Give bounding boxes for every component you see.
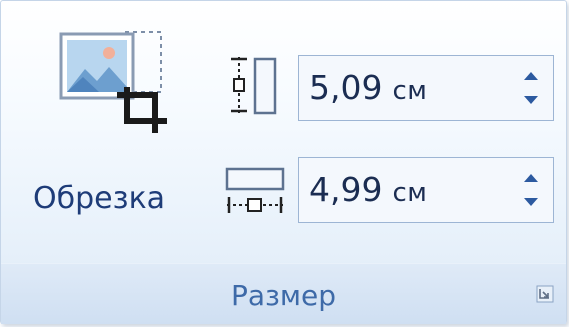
crop-label: Обрезка bbox=[33, 181, 166, 216]
dialog-launcher-icon[interactable] bbox=[536, 285, 554, 303]
width-increase-arrow-icon[interactable] bbox=[524, 174, 538, 182]
width-value-text[interactable]: 4,99 см bbox=[309, 170, 427, 209]
height-unit: см bbox=[392, 76, 428, 106]
size-group-panel: Обрезка 5,09 см 4,99 см Размер bbox=[0, 0, 567, 324]
width-spin-arrows[interactable] bbox=[511, 164, 551, 216]
height-value-text[interactable]: 5,09 см bbox=[309, 68, 427, 107]
crop-picture-icon bbox=[59, 31, 167, 133]
height-decrease-arrow-icon[interactable] bbox=[524, 96, 538, 104]
width-spinner[interactable]: 4,99 см bbox=[298, 157, 554, 223]
width-decrease-arrow-icon[interactable] bbox=[524, 198, 538, 206]
height-spinner[interactable]: 5,09 см bbox=[298, 55, 554, 121]
shape-width-icon bbox=[225, 167, 285, 213]
height-spin-arrows[interactable] bbox=[511, 62, 551, 114]
height-increase-arrow-icon[interactable] bbox=[524, 72, 538, 80]
width-unit: см bbox=[392, 178, 428, 208]
shape-height-icon bbox=[231, 57, 277, 115]
width-value: 4,99 bbox=[309, 170, 383, 209]
group-label: Размер bbox=[230, 279, 337, 312]
crop-button[interactable]: Обрезка bbox=[29, 23, 209, 223]
height-value: 5,09 bbox=[309, 68, 383, 107]
